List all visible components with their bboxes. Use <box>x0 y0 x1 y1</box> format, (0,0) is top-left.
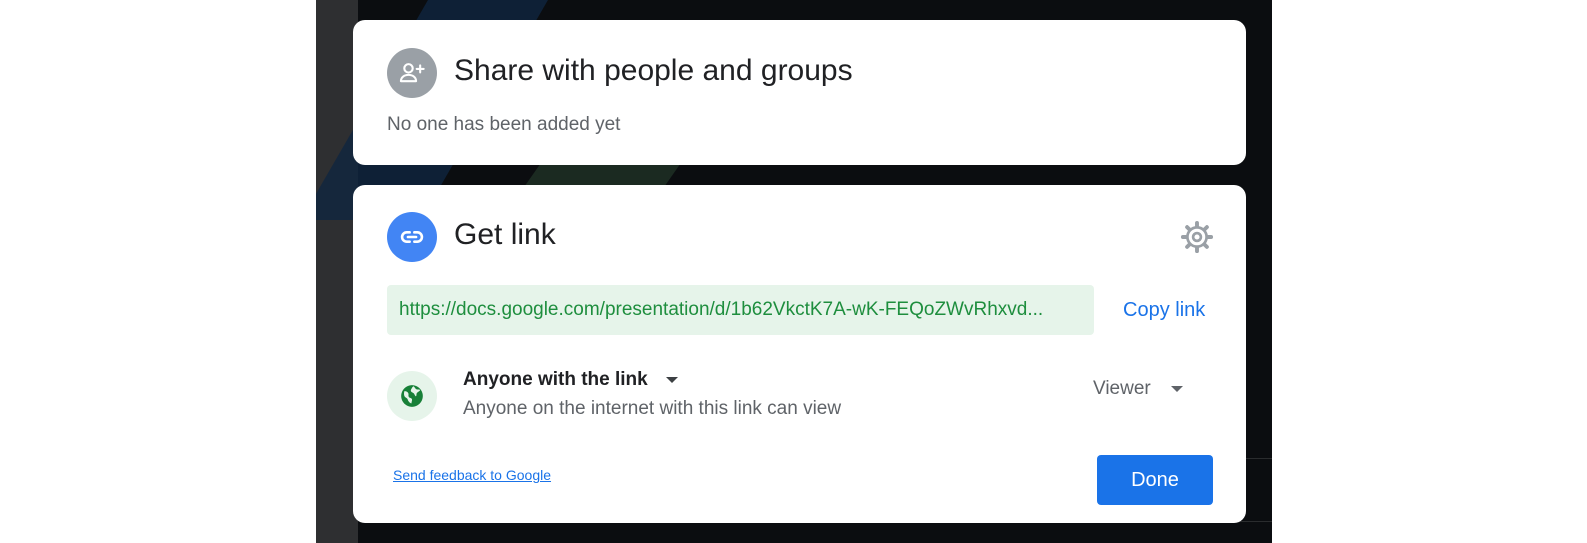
background-side-strip <box>316 0 358 543</box>
link-access-label: Anyone with the link <box>463 369 648 390</box>
share-empty-message: No one has been added yet <box>387 114 621 135</box>
screen: Share with people and groups No one has … <box>0 0 1587 543</box>
chevron-down-icon <box>665 377 678 383</box>
chevron-down-icon <box>1170 386 1183 392</box>
copy-link-button[interactable]: Copy link <box>1113 285 1215 335</box>
send-feedback-link[interactable]: Send feedback to Google <box>393 467 551 483</box>
done-button[interactable]: Done <box>1097 455 1213 505</box>
get-link-title: Get link <box>454 218 556 251</box>
link-url-field[interactable]: https://docs.google.com/presentation/d/1… <box>387 285 1094 335</box>
share-people-card: Share with people and groups No one has … <box>353 20 1246 165</box>
gear-icon[interactable] <box>1179 219 1215 255</box>
link-url-text: https://docs.google.com/presentation/d/1… <box>399 299 1044 320</box>
role-label: Viewer <box>1093 378 1151 399</box>
link-access-dropdown[interactable]: Anyone with the link <box>463 365 678 395</box>
get-link-card: Get link https://docs.google.com/present <box>353 185 1246 523</box>
globe-icon <box>387 371 437 421</box>
link-access-description: Anyone on the internet with this link ca… <box>463 398 842 419</box>
person-add-icon <box>387 48 437 98</box>
role-dropdown[interactable]: Viewer <box>1093 371 1183 407</box>
link-icon <box>387 212 437 262</box>
share-section-title: Share with people and groups <box>454 54 853 87</box>
